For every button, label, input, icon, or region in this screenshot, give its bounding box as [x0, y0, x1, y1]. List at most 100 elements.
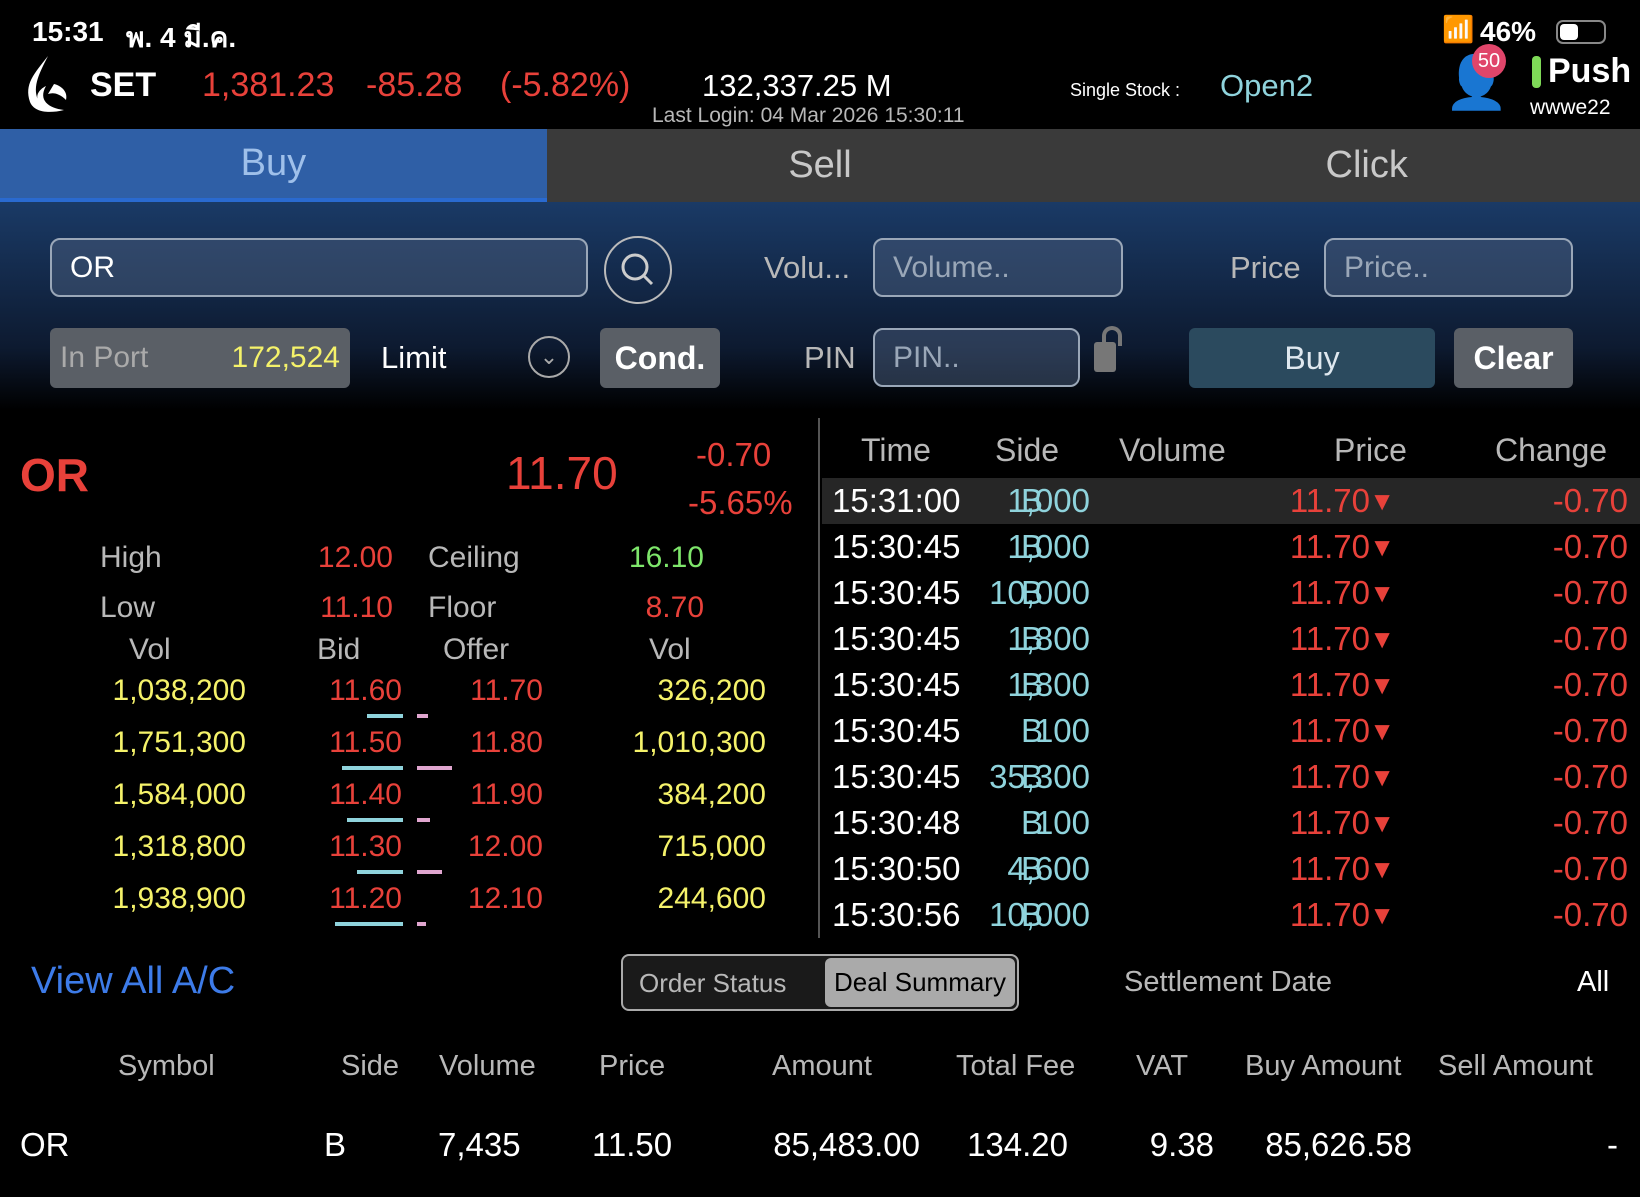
tick-row[interactable]: 15:30:56 B 10,000 11.70 ▼ -0.70 [822, 892, 1640, 938]
view-all-link[interactable]: View All A/C [31, 960, 235, 1003]
volume-input[interactable]: Volume.. [873, 238, 1123, 297]
tick-volume: 4,600 [1007, 850, 1090, 887]
quote-change: -0.70 [696, 436, 772, 473]
segment-control: Order Status Deal Summary [621, 954, 1019, 1011]
tab-click[interactable]: Click [1093, 129, 1640, 202]
in-port-label: In Port [60, 341, 149, 374]
chevron-down-icon[interactable]: ⌄ [528, 336, 570, 378]
offer-depth-bar [417, 922, 426, 926]
bid-price[interactable]: 11.30 [329, 830, 402, 864]
down-arrow-icon: ▼ [1369, 670, 1395, 700]
bid-depth-bar [335, 922, 403, 926]
low-value: 11.10 [320, 591, 393, 624]
tick-time: 15:30:50 [832, 850, 961, 887]
lock-icon[interactable] [1094, 326, 1122, 372]
tick-row[interactable]: 15:30:45 B 1,800 11.70 ▼ -0.70 [822, 616, 1640, 662]
pin-input[interactable]: PIN.. [873, 328, 1080, 387]
tick-row[interactable]: 15:30:45 B 100 11.70 ▼ -0.70 [822, 708, 1640, 754]
segment-order-status[interactable]: Order Status [639, 968, 786, 999]
offer-volume: 244,600 [657, 882, 766, 915]
down-arrow-icon: ▼ [1369, 854, 1395, 884]
tick-price: 11.70 [1289, 758, 1370, 795]
single-stock-value[interactable]: Open2 [1220, 68, 1313, 104]
tick-change: -0.70 [1552, 804, 1628, 841]
floor-value: 8.70 [645, 591, 704, 624]
tick-row[interactable]: 15:30:45 B 10,000 11.70 ▼ -0.70 [822, 570, 1640, 616]
offer-volume: 1,010,300 [632, 726, 766, 759]
offer-depth-bar [417, 818, 430, 822]
symbol-input[interactable]: OR [50, 238, 588, 297]
tick-volume: 1,000 [1007, 482, 1090, 519]
ticks-header-time: Time [861, 432, 931, 468]
bid-price[interactable]: 11.20 [329, 882, 402, 916]
deal-header: Symbol [118, 1050, 215, 1082]
tab-sell[interactable]: Sell [547, 129, 1094, 202]
index-change: -85.28 [366, 66, 463, 104]
offer-price[interactable]: 11.80 [470, 726, 543, 760]
push-indicator-icon [1532, 56, 1541, 88]
tick-row[interactable]: 15:30:45 B 1,800 11.70 ▼ -0.70 [822, 662, 1640, 708]
push-label[interactable]: Push [1548, 52, 1631, 91]
offer-price[interactable]: 12.00 [468, 830, 543, 864]
deal-header: Buy Amount [1245, 1050, 1402, 1082]
status-date: พ. 4 มี.ค. [126, 22, 237, 53]
segment-deal-summary[interactable]: Deal Summary [825, 958, 1015, 1007]
down-arrow-icon: ▼ [1369, 624, 1395, 654]
tick-volume: 1,800 [1007, 620, 1090, 657]
bid-price[interactable]: 11.50 [329, 726, 402, 760]
low-label: Low [100, 591, 156, 624]
offer-price[interactable]: 12.10 [468, 882, 543, 916]
deal-cell: B [324, 1126, 347, 1163]
down-arrow-icon: ▼ [1369, 578, 1395, 608]
bid-volume: 1,751,300 [112, 726, 246, 759]
bid-volume: 1,938,900 [112, 882, 246, 915]
tab-buy[interactable]: Buy [0, 129, 547, 202]
last-login: Last Login: 04 Mar 2026 15:30:11 [652, 104, 965, 127]
volume-label: Volu... [764, 250, 851, 285]
book-header-bid-vol: Vol [129, 633, 171, 666]
tick-time: 15:30:45 [832, 528, 961, 565]
tick-time: 15:30:45 [832, 620, 961, 657]
status-time: 15:31 [32, 16, 104, 47]
offer-price[interactable]: 11.70 [470, 674, 543, 708]
quote-symbol: OR [20, 449, 89, 501]
tick-row[interactable]: 15:30:45 B 1,000 11.70 ▼ -0.70 [822, 524, 1640, 570]
tick-row[interactable]: 15:30:45 B 35,300 11.70 ▼ -0.70 [822, 754, 1640, 800]
username: wwwe22 [1530, 96, 1611, 119]
ticks-header-volume: Volume [1119, 432, 1226, 468]
deal-header: Total Fee [956, 1050, 1076, 1082]
high-label: High [100, 541, 162, 574]
tick-row[interactable]: 15:30:50 B 4,600 11.70 ▼ -0.70 [822, 846, 1640, 892]
bid-volume: 1,038,200 [112, 674, 246, 707]
buy-button[interactable]: Buy [1189, 328, 1435, 388]
settlement-date[interactable]: Settlement Date [1124, 966, 1332, 999]
filter-all[interactable]: All [1577, 966, 1609, 999]
ticks-header-price: Price [1334, 432, 1407, 468]
tick-price: 11.70 [1289, 482, 1370, 519]
tick-volume: 10,000 [989, 896, 1090, 933]
bid-price[interactable]: 11.40 [329, 778, 402, 812]
tick-row[interactable]: 15:30:48 B 100 11.70 ▼ -0.70 [822, 800, 1640, 846]
deal-cell: 85,483.00 [773, 1126, 920, 1163]
deal-header: VAT [1136, 1050, 1189, 1082]
bid-depth-bar [342, 766, 403, 770]
tick-row[interactable]: 15:31:00 B 1,000 11.70 ▼ -0.70 [822, 478, 1640, 524]
cond-button[interactable]: Cond. [600, 328, 720, 388]
clear-button[interactable]: Clear [1454, 328, 1573, 388]
bid-volume: 1,318,800 [112, 830, 246, 863]
deal-header: Volume [439, 1050, 536, 1082]
bid-price[interactable]: 11.60 [329, 674, 402, 708]
offer-price[interactable]: 11.90 [470, 778, 543, 812]
bid-depth-bar [347, 818, 403, 822]
in-port-value: 172,524 [231, 341, 340, 374]
tick-price: 11.70 [1289, 850, 1370, 887]
tick-price: 11.70 [1289, 620, 1370, 657]
book-header-offer-vol: Vol [649, 633, 691, 666]
search-icon[interactable] [604, 236, 672, 304]
tick-time: 15:30:45 [832, 712, 961, 749]
order-type[interactable]: Limit [381, 340, 446, 376]
price-input[interactable]: Price.. [1324, 238, 1573, 297]
deal-header: Price [599, 1050, 666, 1082]
bid-depth-bar [367, 714, 403, 718]
down-arrow-icon: ▼ [1369, 716, 1395, 746]
